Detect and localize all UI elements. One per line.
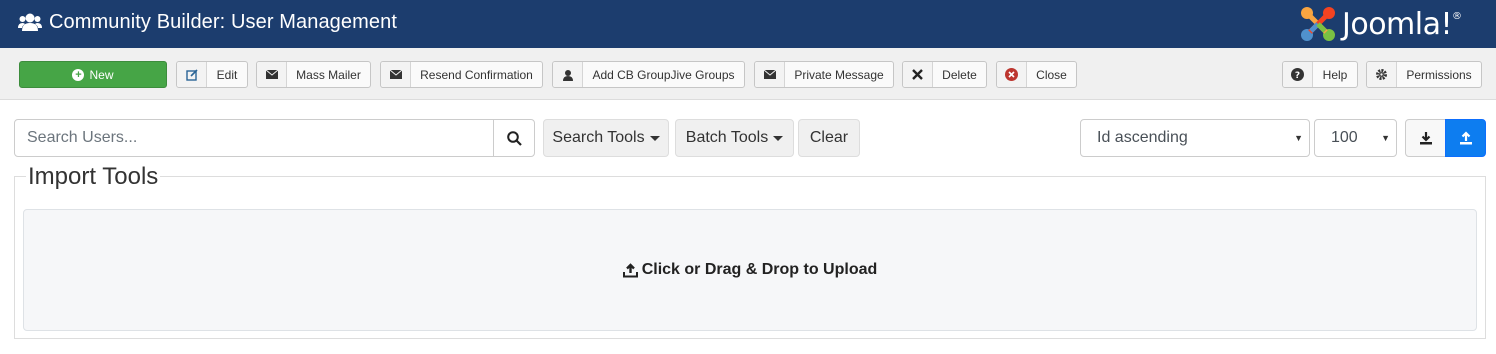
select-arrow-icon: ▼ <box>1381 133 1390 143</box>
caret-down-icon <box>773 135 784 141</box>
toolbar: + New Edit Mass Mailer Resend Confirmati… <box>0 48 1496 100</box>
help-button-label: Help <box>1322 67 1348 82</box>
limit-select[interactable]: 100 ▼ <box>1314 119 1397 157</box>
delete-button[interactable]: Delete <box>902 61 987 88</box>
svg-text:?: ? <box>1295 71 1300 81</box>
joomla-logo: Joomla!® <box>1298 4 1488 44</box>
search-tools-button[interactable]: Search Tools <box>543 119 669 157</box>
upload-dropzone[interactable]: Click or Drag & Drop to Upload <box>23 209 1477 331</box>
dropzone-label: Click or Drag & Drop to Upload <box>641 261 878 278</box>
close-button-label: Close <box>1036 67 1067 82</box>
close-button[interactable]: Close <box>996 61 1077 88</box>
resend-confirmation-button[interactable]: Resend Confirmation <box>380 61 543 88</box>
export-button[interactable] <box>1405 119 1446 157</box>
batch-tools-button[interactable]: Batch Tools <box>675 119 794 157</box>
private-message-label: Private Message <box>794 67 884 82</box>
sort-select[interactable]: Id ascending ▼ <box>1080 119 1310 157</box>
caret-down-icon <box>649 135 660 141</box>
search-tools-label: Search Tools <box>552 129 645 146</box>
page-title: Community Builder: User Management <box>49 11 397 33</box>
plus-circle-icon: + <box>72 68 85 81</box>
new-button-label: New <box>89 67 114 82</box>
clear-button-label: Clear <box>809 129 849 146</box>
clear-button[interactable]: Clear <box>798 119 860 157</box>
upload-icon <box>1459 131 1472 145</box>
permissions-button[interactable]: Permissions <box>1366 61 1482 88</box>
envelope-icon <box>257 62 287 87</box>
delete-button-label: Delete <box>942 67 977 82</box>
limit-select-value: 100 <box>1331 129 1358 146</box>
edit-icon <box>177 62 207 87</box>
users-icon <box>18 13 42 31</box>
download-icon <box>1419 132 1432 145</box>
upload-icon <box>622 262 638 277</box>
mass-mailer-label: Mass Mailer <box>296 67 361 82</box>
batch-tools-label: Batch Tools <box>685 129 769 146</box>
search-button[interactable] <box>493 120 534 156</box>
help-button[interactable]: ? Help <box>1282 61 1358 88</box>
import-tools-legend: Import Tools <box>26 163 161 191</box>
edit-button-label: Edit <box>216 67 238 82</box>
mass-mailer-button[interactable]: Mass Mailer <box>256 61 371 88</box>
sort-select-value: Id ascending <box>1097 129 1188 146</box>
app-header: Community Builder: User Management Jooml… <box>0 0 1496 48</box>
x-icon <box>903 62 933 87</box>
envelope-icon <box>381 62 411 87</box>
question-circle-icon: ? <box>1283 62 1313 87</box>
add-groupjive-groups-button[interactable]: Add CB GroupJive Groups <box>552 61 745 88</box>
permissions-button-label: Permissions <box>1406 67 1472 82</box>
new-button[interactable]: + New <box>19 61 167 88</box>
envelope-icon <box>755 62 785 87</box>
select-arrow-icon: ▼ <box>1294 133 1303 143</box>
user-icon <box>553 62 583 87</box>
close-circle-icon <box>997 62 1027 87</box>
import-button[interactable] <box>1445 119 1486 157</box>
private-message-button[interactable]: Private Message <box>754 61 894 88</box>
search-icon <box>506 130 522 146</box>
search-box <box>14 119 535 157</box>
search-input[interactable] <box>15 120 493 156</box>
resend-confirmation-label: Resend Confirmation <box>420 67 533 82</box>
joomla-logo-text: Joomla!® <box>1342 6 1462 42</box>
joomla-logo-icon <box>1301 7 1335 41</box>
add-groupjive-groups-label: Add CB GroupJive Groups <box>592 67 735 82</box>
edit-button[interactable]: Edit <box>176 61 248 88</box>
gear-icon <box>1367 62 1397 87</box>
